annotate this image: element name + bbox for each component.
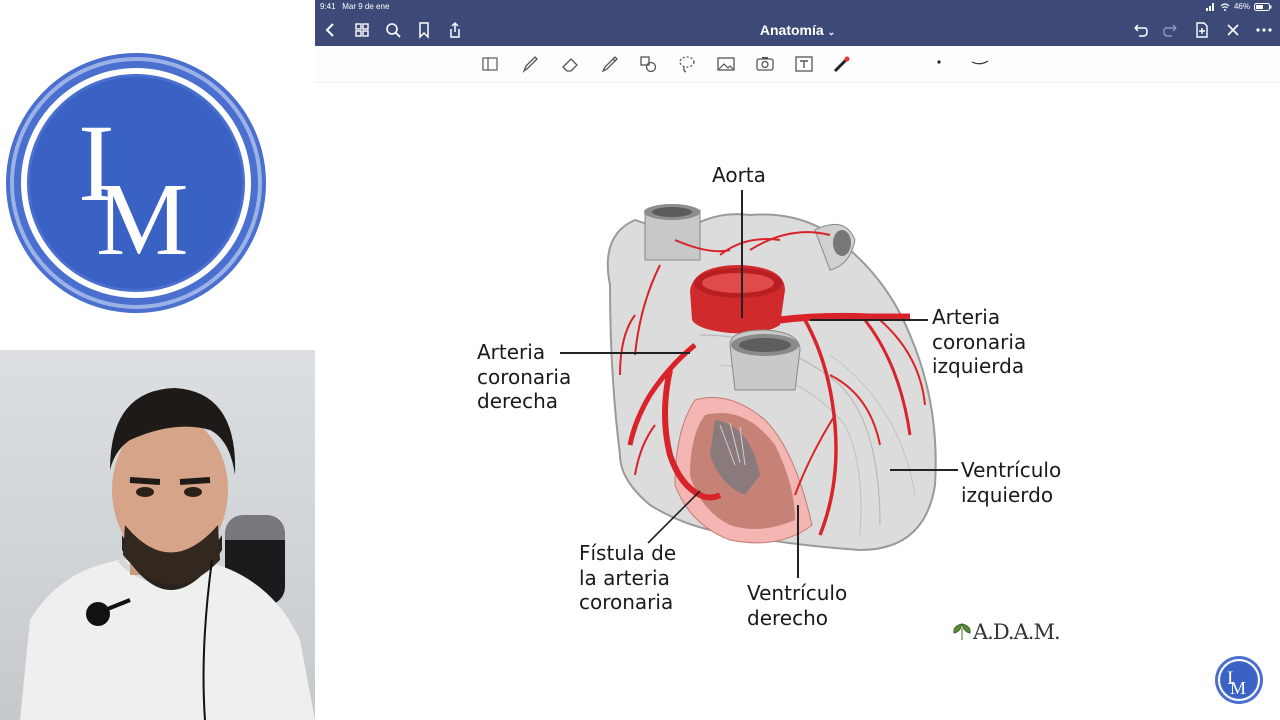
label-left-ventricle-line1: Ventrículo	[961, 458, 1062, 482]
webcam-feed	[0, 350, 315, 720]
chevron-down-icon: ⌄	[827, 27, 836, 37]
leader-line-right-coronary	[560, 352, 690, 354]
add-page-icon[interactable]	[1193, 21, 1211, 39]
logo-panel: I M	[0, 0, 315, 350]
leader-line-right-ventricle	[797, 505, 799, 578]
redo-icon[interactable]	[1162, 21, 1180, 39]
leader-line-left-coronary	[810, 319, 928, 321]
status-indicators: 46%	[1205, 2, 1272, 11]
drawing-toolbar	[315, 46, 1280, 83]
label-left-coronary-line3: izquierda	[932, 354, 1025, 378]
undo-icon[interactable]	[1131, 21, 1149, 39]
document-title-label: Anatomía	[759, 22, 824, 38]
heart-illustration	[606, 204, 937, 552]
im-watermark-logo: I M	[1215, 656, 1263, 704]
status-bar: 9:41 Mar 9 de ene 46%	[315, 0, 1280, 14]
shapes-icon[interactable]	[638, 54, 658, 74]
label-left-coronary-line1: Arteria	[932, 305, 1001, 329]
status-time-date: 9:41 Mar 9 de ene	[320, 2, 389, 11]
im-logo: I M	[6, 53, 266, 313]
pen-icon[interactable]	[520, 54, 540, 74]
status-time: 9:41	[320, 2, 336, 11]
label-fistula: Fístula de la arteria coronaria	[579, 541, 676, 615]
label-left-coronary: Arteria coronaria izquierda	[932, 305, 1026, 379]
svg-text:M: M	[96, 162, 188, 277]
laser-pointer-icon[interactable]	[832, 54, 852, 74]
more-icon[interactable]	[1255, 21, 1273, 39]
label-left-ventricle: Ventrículo izquierdo	[961, 458, 1061, 507]
adam-credit-text: A.D.A.M.	[973, 620, 1061, 644]
label-right-ventricle-line1: Ventrículo	[747, 581, 848, 605]
eraser-icon[interactable]	[560, 54, 580, 74]
adam-leaf-icon	[953, 623, 971, 640]
signal-icon	[1205, 2, 1214, 11]
text-tool-icon[interactable]	[794, 54, 814, 74]
leader-line-left-ventricle	[890, 469, 958, 471]
label-fistula-line2: la arteria	[579, 565, 670, 590]
camera-icon[interactable]	[755, 54, 775, 74]
svg-text:M: M	[1230, 678, 1246, 698]
highlighter-icon[interactable]	[599, 54, 619, 74]
leader-line-aorta	[741, 190, 743, 318]
image-icon[interactable]	[716, 54, 736, 74]
pen-stroke-icon[interactable]	[969, 54, 993, 74]
label-fistula-line3: coronaria	[579, 590, 674, 614]
close-icon[interactable]	[1224, 21, 1242, 39]
label-right-coronary-line1: Arteria	[477, 340, 546, 364]
wifi-icon	[1220, 2, 1230, 11]
adam-credit: A.D.A.M.	[951, 620, 1061, 644]
label-left-coronary-line2: coronaria	[932, 329, 1027, 354]
ipad-screen: 9:41 Mar 9 de ene 46% Anatomía ⌄ Aorta A…	[315, 0, 1280, 720]
lasso-icon[interactable]	[677, 54, 697, 74]
label-right-coronary-line2: coronaria	[477, 364, 572, 389]
label-right-coronary-line3: derecha	[477, 389, 559, 413]
status-date: Mar 9 de ene	[342, 2, 390, 11]
label-right-coronary: Arteria coronaria derecha	[477, 340, 571, 414]
label-aorta-text: Aorta	[712, 163, 766, 187]
battery-icon	[1254, 2, 1272, 11]
pen-size-dot-icon[interactable]	[931, 54, 951, 74]
label-right-ventricle-line2: derecho	[747, 605, 828, 630]
label-left-ventricle-line2: izquierdo	[961, 482, 1054, 507]
nav-bar: Anatomía ⌄	[315, 14, 1280, 46]
presenter-video	[20, 388, 315, 720]
battery-level: 46%	[1233, 2, 1250, 11]
page-sidebar-icon[interactable]	[480, 54, 500, 74]
leader-line-fistula	[647, 490, 701, 544]
label-right-ventricle: Ventrículo derecho	[747, 581, 847, 630]
label-aorta: Aorta	[712, 163, 766, 188]
